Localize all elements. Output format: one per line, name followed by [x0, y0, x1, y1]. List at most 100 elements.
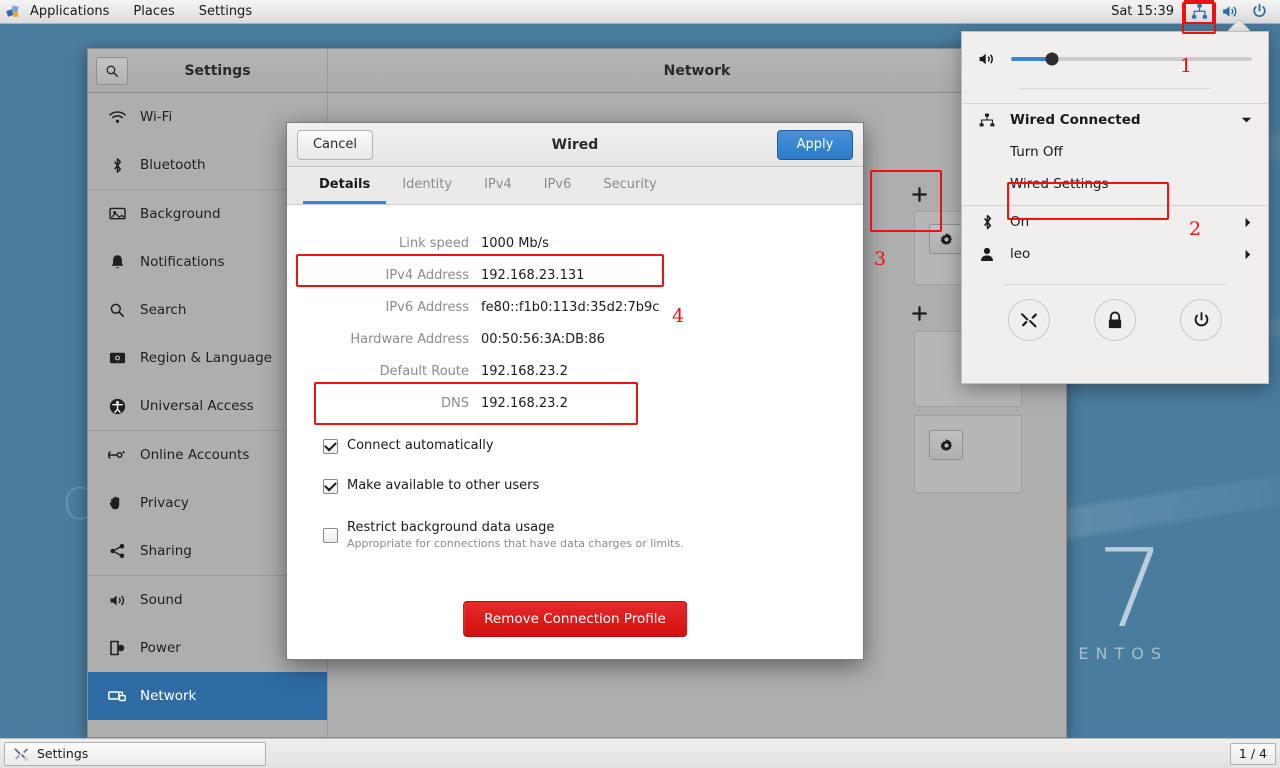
tab-details[interactable]: Details	[303, 167, 387, 204]
taskbar-item-settings[interactable]: Settings	[4, 741, 266, 766]
tab-ipv6[interactable]: IPv6	[528, 167, 588, 204]
settings-action-button[interactable]	[1008, 299, 1050, 341]
sidebar-item-label: Power	[140, 640, 181, 656]
plus-icon	[911, 305, 927, 321]
system-menu-actions	[962, 287, 1268, 355]
power-plug-icon	[108, 640, 126, 657]
checkbox-label: Restrict background data usage	[347, 520, 555, 535]
settings-headerbar: Settings Network	[88, 49, 1066, 93]
checkbox-label: Make available to other users	[347, 478, 540, 493]
bluetooth-row[interactable]: On	[962, 206, 1268, 238]
volume-slider-knob[interactable]	[1045, 52, 1059, 66]
detail-label: Link speed	[398, 235, 469, 251]
chevron-down-icon[interactable]	[1241, 116, 1252, 124]
chevron-right-icon[interactable]	[1244, 249, 1252, 260]
checkbox-text-block: Make available to other users	[347, 477, 539, 494]
headerbar-right: Network	[328, 49, 1066, 92]
chevron-right-icon[interactable]	[1244, 217, 1252, 228]
wired-connected-row[interactable]: Wired Connected	[962, 104, 1268, 136]
wired-settings-item[interactable]: Wired Settings	[962, 168, 1268, 200]
search-icon	[106, 65, 119, 77]
add-connection-button[interactable]	[902, 179, 936, 209]
gear-icon	[940, 232, 952, 245]
accessibility-icon	[108, 398, 126, 415]
detail-value: fe80::f1b0:113d:35d2:7b9c	[481, 299, 660, 315]
settings-app-title: Settings	[184, 62, 251, 79]
tray-network-icon[interactable]	[1184, 0, 1214, 24]
detail-label: DNS	[441, 395, 469, 411]
wired-dialog-details-panel: Link speed 1000 Mb/s IPv4 Address 192.16…	[287, 205, 863, 659]
volume-slider[interactable]	[1011, 52, 1252, 66]
detail-value: 192.168.23.2	[481, 395, 568, 411]
sidebar-item-label: Bluetooth	[140, 157, 206, 173]
menu-places[interactable]: Places	[121, 0, 186, 23]
search-icon	[108, 302, 126, 318]
sidebar-item-label: Region & Language	[140, 350, 272, 366]
bell-icon	[108, 254, 126, 271]
clock[interactable]: Sat 15:39	[1101, 4, 1184, 19]
tools-settings-icon	[13, 746, 29, 762]
restrict-background-data-checkbox[interactable]	[323, 528, 338, 543]
sidebar-item-label: Universal Access	[140, 398, 254, 414]
bluetooth-icon	[108, 157, 126, 174]
top-panel: Applications Places Settings Sat 15:39	[0, 0, 1280, 24]
wired-settings-gear-button-1[interactable]	[929, 224, 963, 254]
checkbox-connect-automatically-row: Connect automatically	[313, 437, 837, 473]
add-connection-button-2[interactable]	[902, 298, 936, 328]
search-button[interactable]	[96, 56, 128, 85]
detail-row-ipv4-address: IPv4 Address 192.168.23.131	[313, 259, 837, 291]
sidebar-item-network[interactable]: Network	[88, 672, 327, 720]
network-entry-add-row-2	[902, 298, 936, 328]
wired-connection-dialog: Cancel Wired Apply Details Identity IPv4…	[286, 122, 864, 660]
cancel-button[interactable]: Cancel	[297, 129, 373, 160]
workspace-indicator[interactable]: 1 / 4	[1229, 742, 1276, 765]
sidebar-item-label: Sharing	[140, 543, 192, 559]
gear-icon	[940, 438, 952, 451]
tab-ipv4[interactable]: IPv4	[468, 167, 528, 204]
wired-settings-gear-button-2[interactable]	[929, 430, 963, 460]
bluetooth-status-label: On	[1010, 214, 1030, 230]
hand-icon	[108, 495, 126, 511]
detail-row-default-route: Default Route 192.168.23.2	[313, 355, 837, 387]
power-action-button[interactable]	[1180, 299, 1222, 341]
actions-divider	[1004, 284, 1226, 285]
speaker-icon	[108, 593, 126, 608]
share-icon	[108, 543, 126, 559]
detail-row-hardware-address: Hardware Address 00:50:56:3A:DB:86	[313, 323, 837, 355]
taskbar-item-label: Settings	[37, 746, 89, 761]
wired-network-icon	[978, 113, 996, 127]
detail-label: Hardware Address	[350, 331, 469, 347]
user-name-label: leo	[1010, 246, 1031, 262]
menu-settings[interactable]: Settings	[187, 0, 264, 23]
apply-button[interactable]: Apply	[777, 129, 853, 160]
sidebar-item-label: Search	[140, 302, 187, 318]
user-row[interactable]: leo	[962, 238, 1268, 270]
tab-identity[interactable]: Identity	[386, 167, 468, 204]
tab-security[interactable]: Security	[587, 167, 672, 204]
lock-action-button[interactable]	[1094, 299, 1136, 341]
menu-applications[interactable]: Applications	[18, 0, 121, 23]
detail-value: 00:50:56:3A:DB:86	[481, 331, 605, 347]
brightness-placeholder-line	[1020, 88, 1210, 89]
turn-off-item[interactable]: Turn Off	[962, 136, 1268, 168]
region-icon	[108, 351, 126, 365]
detail-label: Default Route	[379, 363, 469, 379]
detail-row-link-speed: Link speed 1000 Mb/s	[313, 227, 837, 259]
make-available-to-other-users-checkbox[interactable]	[323, 479, 338, 494]
system-menu-arrow	[1228, 20, 1250, 31]
volume-icon[interactable]	[978, 51, 997, 67]
wired-dialog-tabs: Details Identity IPv4 IPv6 Security	[287, 167, 863, 205]
taskbar: Settings 1 / 4	[0, 738, 1280, 768]
network-icon	[108, 689, 126, 704]
volume-row	[978, 42, 1252, 76]
detail-value: 1000 Mb/s	[481, 235, 549, 251]
online-accounts-icon	[108, 448, 126, 462]
wired-dialog-title: Wired	[551, 136, 599, 153]
connect-automatically-checkbox[interactable]	[323, 439, 338, 454]
remove-connection-profile-button[interactable]: Remove Connection Profile	[463, 601, 687, 637]
detail-row-ipv6-address: IPv6 Address fe80::f1b0:113d:35d2:7b9c	[313, 291, 837, 323]
wired-dialog-header: Cancel Wired Apply	[287, 123, 863, 167]
detail-row-dns: DNS 192.168.23.2	[313, 387, 837, 419]
screen-root: 7 ENTOS C Applications Places Settings S…	[0, 0, 1280, 768]
sidebar-item-label: Notifications	[140, 254, 225, 270]
